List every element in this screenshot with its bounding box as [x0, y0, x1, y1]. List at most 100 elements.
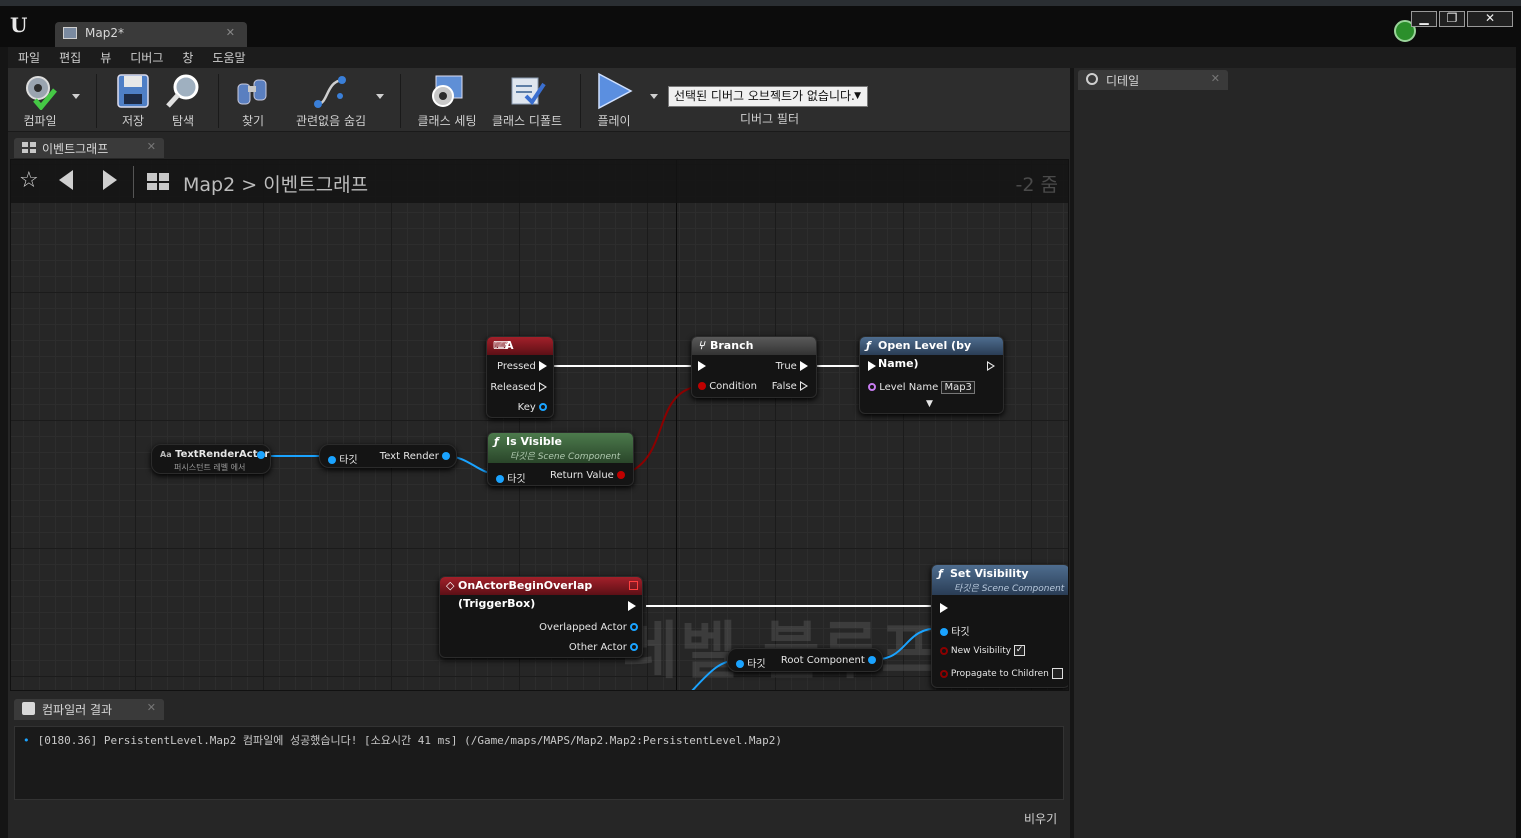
node-is-visible-title: Is Visible — [506, 435, 562, 448]
close-tab-icon[interactable]: ✕ — [147, 140, 156, 153]
compile-options-chevron-down-icon[interactable] — [72, 94, 80, 99]
pin-actor-out[interactable] — [257, 450, 265, 461]
node-branch-header: ⑂ Branch — [692, 337, 816, 355]
node-get-root-component[interactable]: 타깃 Root Component — [727, 648, 883, 672]
expand-chevron-down-icon[interactable]: ▼ — [926, 399, 933, 409]
play-options-chevron-down-icon[interactable] — [650, 94, 658, 99]
pin-overlap-exec-out[interactable] — [628, 601, 636, 612]
close-tab-icon[interactable]: ✕ — [1211, 72, 1220, 85]
menu-edit[interactable]: 편집 — [59, 49, 81, 66]
clear-button[interactable]: 비우기 — [1024, 810, 1057, 827]
node-open-level[interactable]: ƒ Open Level (by Name) Level Name Map3 ▼ — [859, 336, 1004, 414]
pin-condition[interactable]: Condition — [698, 381, 757, 392]
compile-label: 컴파일 — [23, 114, 57, 128]
pin-openlevel-exec-out[interactable] — [987, 361, 995, 372]
tab-event-graph[interactable]: 이벤트그래프 ✕ — [14, 138, 164, 158]
pin-root-component-out[interactable]: Root Component — [781, 655, 876, 666]
debug-object-dropdown[interactable]: 선택된 디버그 오브젝트가 없습니다. ▼ — [668, 86, 868, 107]
play-button[interactable]: 플레이 — [592, 72, 636, 129]
magnifier-icon — [164, 72, 202, 110]
save-button[interactable]: 저장 — [112, 72, 154, 129]
exec-pin-icon — [539, 361, 547, 371]
class-settings-button[interactable]: 클래스 세팅 — [414, 72, 480, 129]
pin-pressed-label: Pressed — [496, 361, 536, 372]
object-pin-icon — [442, 452, 450, 460]
pin-released[interactable]: Released — [490, 382, 547, 393]
node-overlap-title: OnActorBeginOverlap (TriggerBox) — [458, 579, 593, 610]
pin-return-value[interactable]: Return Value — [550, 470, 625, 481]
pin-openlevel-exec-in[interactable] — [868, 361, 876, 372]
hide-unrelated-button[interactable]: 관련없음 숨김 — [288, 72, 374, 129]
node-set-visibility[interactable]: ƒ Set Visibility 타깃은 Scene Component 타깃 … — [931, 564, 1068, 688]
save-icon — [114, 72, 152, 110]
struct-pin-icon — [539, 403, 547, 411]
node-open-level-title: Open Level (by Name) — [878, 339, 972, 370]
exec-pin-icon — [987, 361, 995, 371]
pin-released-label: Released — [490, 382, 536, 393]
save-label: 저장 — [121, 114, 145, 128]
menu-help[interactable]: 도움말 — [212, 49, 245, 66]
pin-root-target[interactable]: 타깃 — [736, 655, 766, 670]
exec-pin-icon — [628, 601, 636, 611]
close-tab-icon[interactable]: ✕ — [226, 26, 235, 39]
graph-canvas[interactable]: ☆ Map2 > 이벤트그래프 -2 줌 레벨 블루프린트 ⌨ A Presse… — [10, 159, 1069, 691]
pin-pressed[interactable]: Pressed — [497, 361, 547, 372]
pin-level-name-label: Level Name — [879, 382, 939, 393]
tab-details[interactable]: 디테일 ✕ — [1078, 70, 1228, 90]
node-text-render-actor[interactable]: Aa TextRenderActor 퍼시스턴트 레벨 에서 — [151, 444, 271, 474]
pin-setvis-target[interactable]: 타깃 — [940, 623, 970, 638]
delegate-pin-icon[interactable] — [629, 581, 638, 590]
branch-icon: ⑂ — [698, 339, 705, 352]
node-is-visible-title-row: ƒ Is Visible — [488, 433, 633, 451]
pin-get-target[interactable]: 타깃 — [328, 451, 358, 466]
menu-file[interactable]: 파일 — [18, 49, 40, 66]
toolbar-separator — [580, 74, 581, 128]
node-get-text-render[interactable]: 타깃 Text Render — [319, 444, 457, 468]
pin-other-actor-label: Other Actor — [568, 642, 627, 653]
pin-true[interactable]: True — [776, 361, 808, 372]
node-key-a[interactable]: ⌨ A Pressed Released Key — [486, 336, 554, 418]
exec-pin-icon — [800, 381, 808, 391]
menu-view[interactable]: 뷰 — [100, 49, 111, 66]
new-visibility-checkbox[interactable]: ✓ — [1013, 645, 1025, 656]
pin-false[interactable]: False — [772, 381, 808, 392]
pin-text-render-out[interactable]: Text Render — [380, 451, 450, 462]
node-branch[interactable]: ⑂ Branch True Condition False — [691, 336, 817, 398]
pin-isvisible-target[interactable]: 타깃 — [496, 470, 526, 485]
unreal-logo-icon[interactable]: U — [10, 14, 34, 36]
pin-overlapped-actor[interactable]: Overlapped Actor — [539, 622, 638, 633]
pin-propagate[interactable]: Propagate to Children — [940, 668, 1063, 679]
tab-compiler-results[interactable]: 컴파일러 결과 ✕ — [14, 699, 164, 720]
pin-branch-exec-in[interactable] — [698, 361, 706, 372]
node-is-visible[interactable]: ƒ Is Visible 타깃은 Scene Component 타깃 Retu… — [487, 432, 634, 486]
minimize-button[interactable]: ▁ — [1411, 11, 1437, 27]
pin-root-component-label: Root Component — [780, 655, 865, 666]
document-tab-map2[interactable]: Map2* ✕ — [55, 22, 247, 47]
exec-pin-icon — [868, 361, 876, 371]
propagate-checkbox[interactable] — [1051, 668, 1063, 679]
menu-window[interactable]: 창 — [182, 49, 193, 66]
pin-new-visibility[interactable]: New Visibility ✓ — [940, 645, 1025, 656]
class-defaults-button[interactable]: 클래스 디폴트 — [488, 72, 566, 129]
menu-debug[interactable]: 디버그 — [130, 49, 163, 66]
bool-wire-isvisible-condition — [623, 385, 702, 475]
toolbar-separator — [218, 74, 219, 128]
pin-key[interactable]: Key — [518, 402, 547, 413]
find-button[interactable]: 찾기 — [232, 72, 274, 129]
close-tab-icon[interactable]: ✕ — [147, 701, 156, 714]
function-icon: ƒ — [494, 435, 499, 448]
pin-other-actor[interactable]: Other Actor — [569, 642, 638, 653]
function-icon: ƒ — [866, 339, 871, 352]
browse-button[interactable]: 탐색 — [162, 72, 204, 129]
level-name-field[interactable]: Map3 — [941, 381, 975, 394]
close-window-button[interactable]: ✕ — [1467, 11, 1513, 27]
compile-button[interactable]: 컴파일 — [16, 72, 64, 129]
toolbar: 컴파일 저장 탐색 찾기 관련없음 숨김 클래스 세팅 클래스 디폴트 플레이 — [8, 68, 1070, 132]
pin-setvis-exec-in[interactable] — [940, 603, 948, 614]
hide-unrelated-chevron-down-icon[interactable] — [376, 94, 384, 99]
node-on-actor-begin-overlap[interactable]: ◇ OnActorBeginOverlap (TriggerBox) Overl… — [439, 576, 643, 658]
node-overlap-header: ◇ OnActorBeginOverlap (TriggerBox) — [440, 577, 642, 610]
find-label: 찾기 — [241, 114, 265, 128]
pin-level-name[interactable]: Level Name Map3 — [868, 381, 975, 394]
maximize-button[interactable]: ❐ — [1439, 11, 1465, 27]
